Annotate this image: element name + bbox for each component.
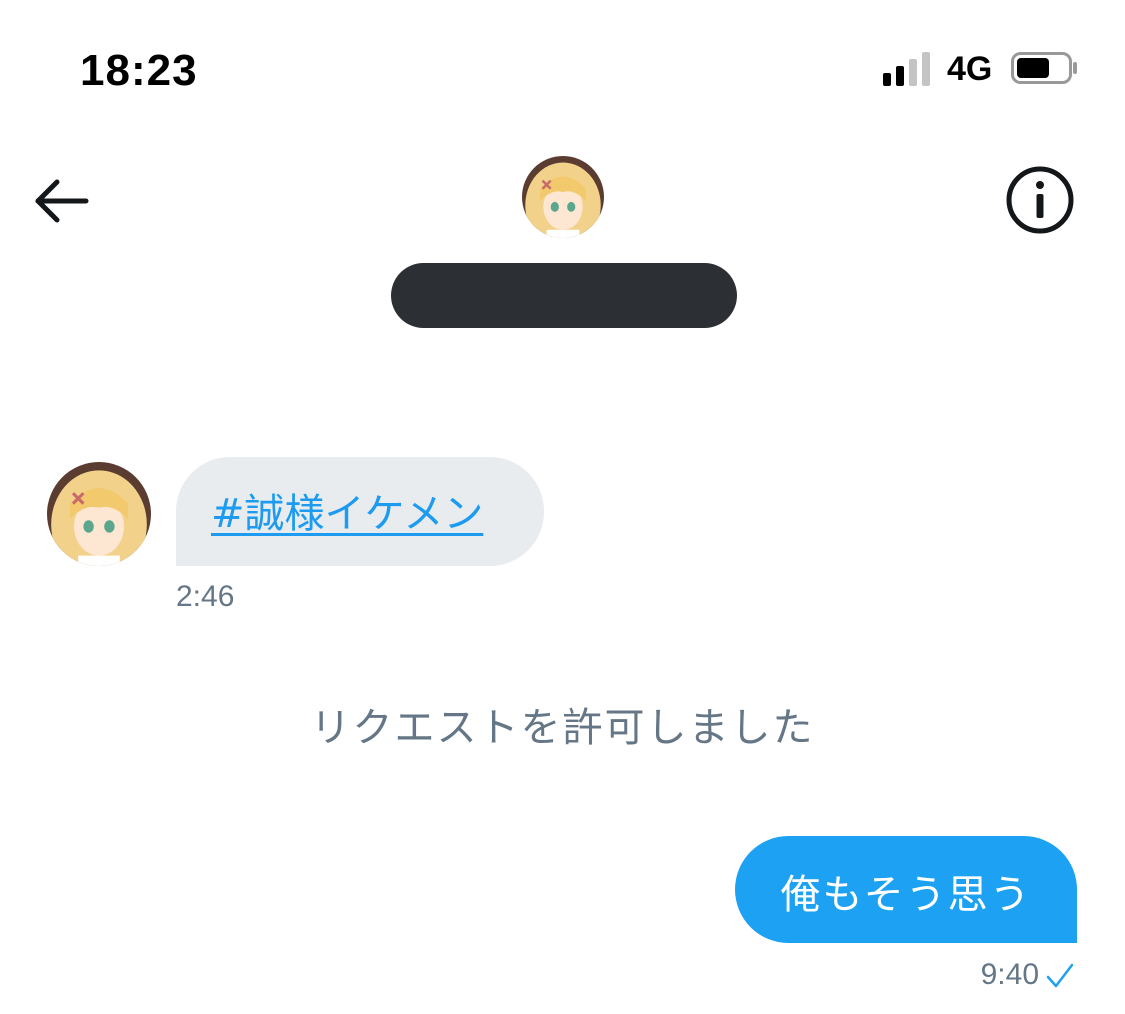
outgoing-message-text: 俺もそう思う	[780, 872, 1032, 918]
info-icon[interactable]	[1004, 164, 1076, 236]
battery-icon	[1011, 52, 1077, 84]
incoming-message-time: 2:46	[176, 580, 235, 613]
anime-avatar-icon	[47, 462, 151, 566]
dm-screen: 18:23 4G #誠様イケメン 2:46 リクエストを許可しました 俺もそう思…	[0, 0, 1125, 1014]
incoming-message-bubble[interactable]: #誠様イケメン	[176, 457, 544, 566]
request-accepted-notice: リクエストを許可しました	[310, 705, 815, 751]
outgoing-message-bubble[interactable]: 俺もそう思う	[735, 836, 1077, 943]
sent-check-icon	[1046, 963, 1074, 988]
redacted-username	[391, 263, 737, 328]
conversation-avatar[interactable]	[522, 156, 604, 238]
back-arrow-icon[interactable]	[30, 170, 92, 232]
anime-avatar-icon	[522, 156, 604, 238]
status-time: 18:23	[80, 46, 198, 95]
hashtag-link[interactable]: #誠様イケメン	[211, 481, 483, 539]
outgoing-message-time: 9:40	[980, 958, 1039, 991]
sender-avatar[interactable]	[47, 462, 151, 566]
signal-strength-icon	[883, 52, 935, 86]
network-type: 4G	[947, 50, 993, 88]
